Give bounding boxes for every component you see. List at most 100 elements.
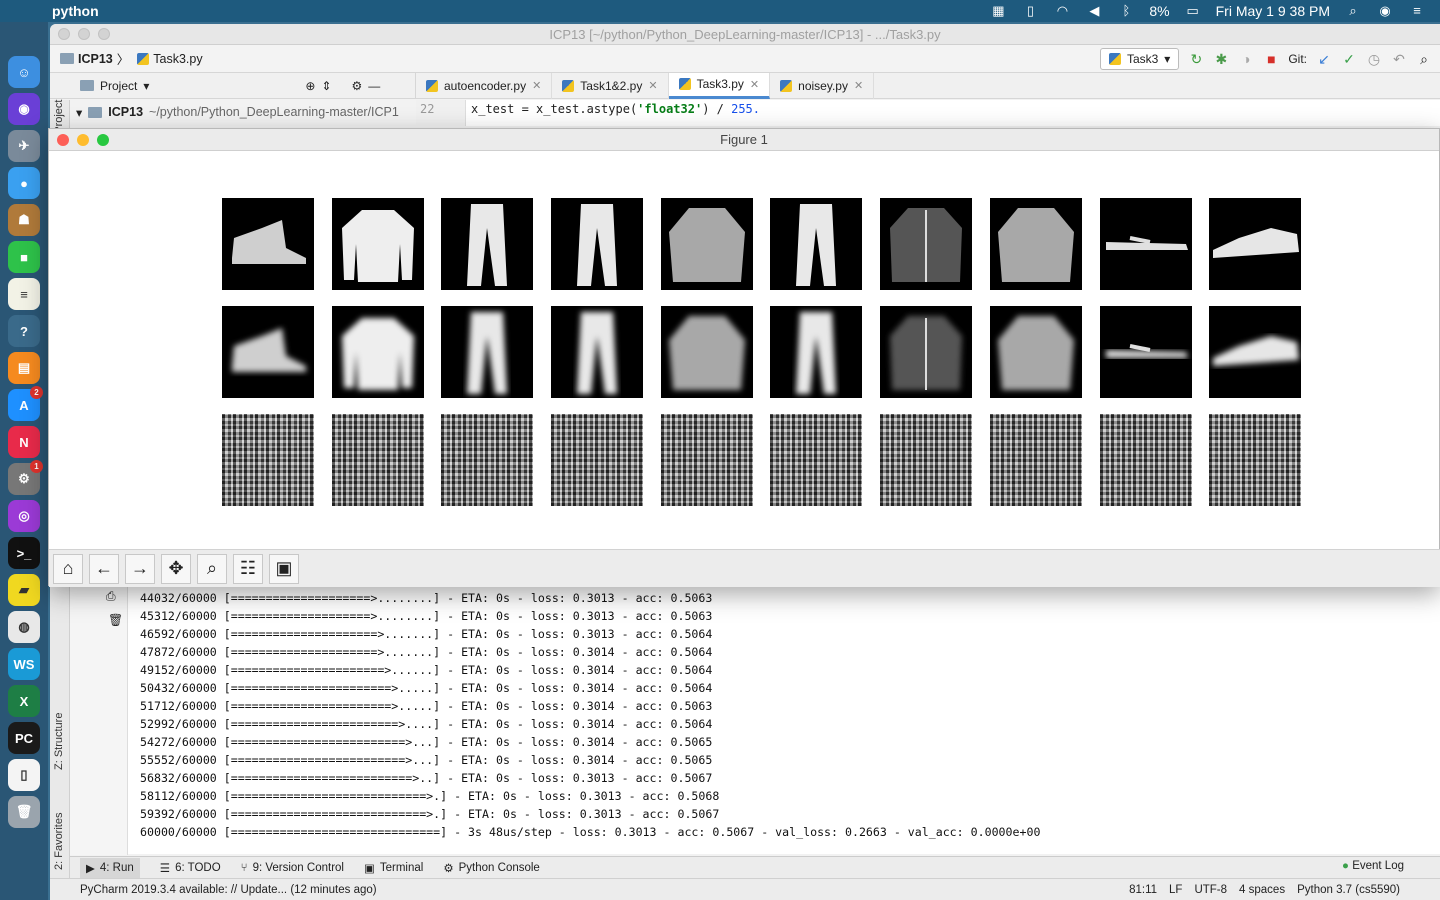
gear-icon[interactable]: ⚙ [352, 79, 363, 93]
code-editor[interactable]: 22 x_test = x_test.astype('float32') / 2… [416, 100, 1440, 126]
tool-tab[interactable]: ☰ 6: TODO [160, 861, 221, 875]
editor-tab[interactable]: Task1&2.py ✕ [552, 72, 669, 99]
docker-icon[interactable]: ▦ [989, 4, 1007, 18]
file-encoding[interactable]: UTF-8 [1194, 884, 1227, 896]
terminal-icon[interactable]: >_ [8, 537, 40, 569]
spotlight-icon[interactable]: ⌕ [1344, 4, 1362, 18]
project-tree-root[interactable]: ▾ ICP13 ~/python/Python_DeepLearning-mas… [70, 100, 416, 124]
noisy-image-noise [989, 414, 1082, 506]
app-store-icon[interactable]: A2 [8, 386, 43, 421]
pan-icon[interactable]: ✥ [161, 553, 191, 584]
help-icon[interactable]: ? [8, 315, 40, 347]
original-image-coat [880, 198, 973, 290]
volume-icon[interactable]: ◀ [1085, 4, 1103, 18]
forward-icon[interactable]: → [125, 553, 155, 584]
run-configuration-select[interactable]: Task3 ▾ [1099, 47, 1180, 70]
trash-icon[interactable]: 🗑 [8, 796, 40, 828]
system-preferences-icon[interactable]: ⚙ 1 [8, 460, 43, 495]
git-update-icon[interactable]: ↙ [1316, 51, 1332, 67]
status-message[interactable]: PyCharm 2019.3.4 available: // Update...… [80, 884, 377, 896]
console-output[interactable]: 44032/60000 [====================>......… [140, 589, 1040, 841]
hide-icon[interactable]: — [368, 79, 380, 93]
zoom-icon[interactable]: ⌕ [197, 553, 227, 584]
battery-percent[interactable]: 8% [1149, 3, 1169, 19]
figure-titlebar[interactable]: Figure 1 [49, 129, 1439, 151]
interpreter[interactable]: Python 3.7 (cs5590) [1297, 884, 1400, 896]
breadcrumb-file[interactable]: Task3.py [137, 52, 203, 66]
rerun-icon[interactable]: ↻ [1188, 51, 1204, 67]
chrome-icon[interactable]: ◍ [8, 611, 40, 643]
notification-center-icon[interactable]: ≡ [1408, 4, 1426, 18]
history-icon[interactable]: ◷ [1366, 51, 1382, 67]
editor-tab[interactable]: autoencoder.py ✕ [416, 72, 553, 99]
app-name[interactable]: python [52, 3, 99, 19]
window-titlebar[interactable]: ICP13 [~/python/Python_DeepLearning-mast… [50, 24, 1440, 45]
python-file-icon [1108, 52, 1121, 65]
coverage-icon[interactable]: ◑ [1238, 51, 1254, 67]
tool-tab[interactable]: ⑂ 9: Version Control [241, 862, 344, 874]
news-icon[interactable]: N [8, 426, 40, 458]
event-log-button[interactable]: ● Event Log [1342, 860, 1404, 872]
stickies-icon[interactable]: ▰ [8, 574, 40, 606]
code-line[interactable]: x_test = x_test.astype('float32') / 255. [471, 102, 760, 116]
close-icon[interactable]: ✕ [750, 78, 759, 91]
locate-icon[interactable]: ⊕ [305, 79, 315, 93]
bluetooth-icon[interactable]: ᛒ [1117, 4, 1135, 18]
tool-tab[interactable]: ⚙ Python Console [443, 861, 540, 875]
launchpad-icon[interactable]: ✈ [8, 130, 40, 162]
clock[interactable]: Fri May 1 9 38 PM [1216, 3, 1330, 19]
reconstructed-image-sandal [1099, 306, 1192, 398]
document-icon[interactable]: ▯ [8, 759, 40, 791]
git-commit-icon[interactable]: ✓ [1341, 51, 1357, 67]
rollback-icon[interactable]: ↶ [1391, 51, 1407, 67]
breadcrumb-project[interactable]: ICP13 〉 [60, 49, 129, 68]
project-panel-header[interactable]: Project ▾ ⊕ ⇕ ⚙ — [50, 72, 416, 99]
books-icon[interactable]: ▤ [8, 352, 40, 384]
indent-setting[interactable]: 4 spaces [1239, 884, 1285, 896]
stop-icon[interactable]: ■ [1263, 51, 1279, 67]
close-icon[interactable]: ✕ [532, 79, 541, 92]
contacts-icon[interactable]: ☗ [8, 204, 40, 236]
configure-icon[interactable]: ☷ [233, 553, 263, 584]
pycharm-icon[interactable]: PC [8, 722, 40, 754]
tool-tab[interactable]: ▣ Terminal [364, 861, 423, 875]
trash-icon[interactable]: 🗑 [108, 613, 123, 627]
favorites-tool-tab[interactable]: 2: Favorites [53, 813, 65, 870]
notes-icon[interactable]: ≡ [8, 278, 40, 310]
finder-icon[interactable]: ☺ [8, 56, 40, 88]
back-icon[interactable]: ← [89, 553, 119, 584]
siri-icon[interactable]: ◉ [1376, 4, 1394, 18]
search-icon[interactable]: ⌕ [1416, 51, 1432, 67]
tool-tab[interactable]: ▶ 4: Run [80, 857, 140, 878]
line-separator[interactable]: LF [1169, 884, 1182, 896]
bookmark-icon[interactable]: ▯ [1021, 4, 1039, 18]
cursor-position[interactable]: 81:11 [1129, 884, 1157, 896]
tool-tab-label: Python Console [458, 861, 540, 874]
podcasts-icon[interactable]: ◎ [8, 500, 40, 532]
facetime-icon[interactable]: ■ [8, 241, 40, 273]
editor-tab[interactable]: Task3.py ✕ [668, 72, 771, 99]
reconstructed-image-pullover [331, 306, 424, 398]
wifi-icon[interactable]: ◠ [1053, 4, 1071, 18]
debug-icon[interactable]: ✱ [1213, 51, 1229, 67]
chevron-down-icon[interactable]: ▾ [143, 79, 149, 93]
structure-tool-tab[interactable]: Z: Structure [53, 713, 65, 770]
siri-icon[interactable]: ◉ [8, 93, 40, 125]
python-file-icon [780, 79, 793, 92]
project-label[interactable]: Project [100, 79, 137, 93]
home-icon[interactable]: ⌂ [53, 553, 83, 584]
expand-arrow-icon[interactable]: ▾ [76, 105, 82, 120]
reconstructed-image-shirt [660, 306, 753, 398]
console-line: 56832/60000 [==========================>… [140, 771, 713, 785]
collapse-icon[interactable]: ⇕ [321, 79, 331, 93]
battery-icon[interactable]: ▭ [1184, 4, 1202, 18]
project-icon [80, 80, 94, 91]
save-icon[interactable]: ▣ [269, 553, 299, 584]
editor-tab[interactable]: noisey.py ✕ [770, 72, 875, 99]
messages-icon[interactable]: ● [8, 167, 40, 199]
close-icon[interactable]: ✕ [854, 79, 863, 92]
close-icon[interactable]: ✕ [648, 79, 657, 92]
excel-icon[interactable]: X [8, 685, 40, 717]
print-icon[interactable]: ⎙ [106, 589, 116, 604]
webstorm-icon[interactable]: WS [8, 648, 40, 680]
